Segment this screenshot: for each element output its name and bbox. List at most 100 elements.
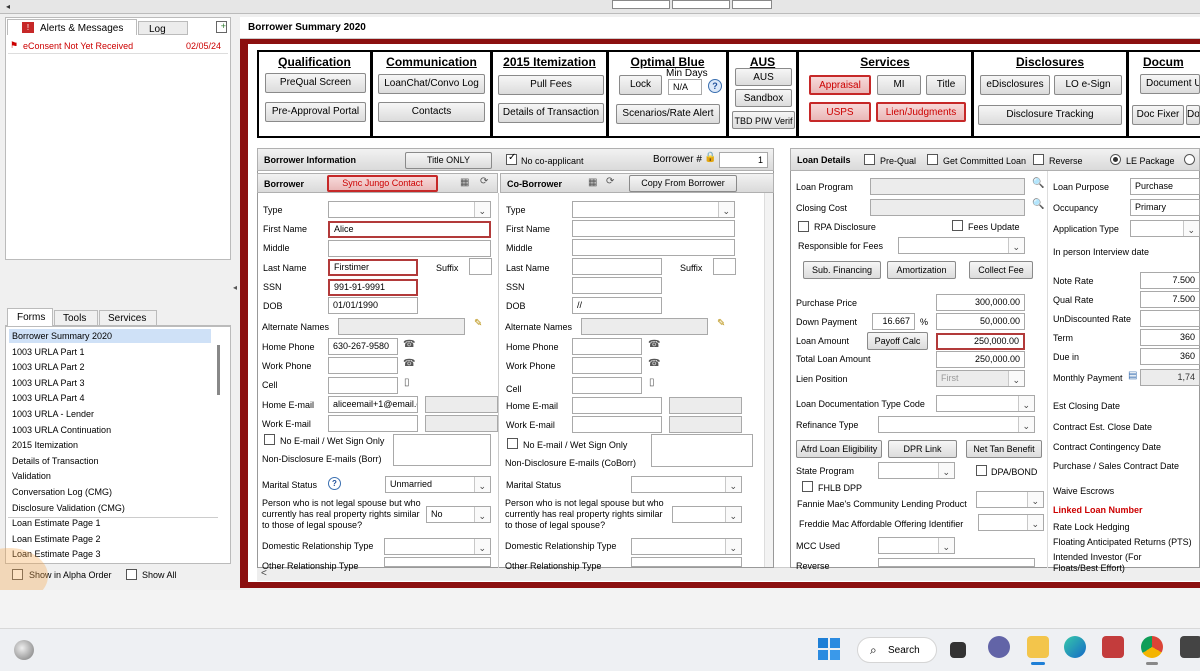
tbd-piw-button[interactable]: TBD PIW Verif	[732, 111, 795, 129]
collect-fee-button[interactable]: Collect Fee	[969, 261, 1033, 279]
down-pct-field[interactable]: 16.667	[872, 313, 915, 330]
loanchat-button[interactable]: LoanChat/Convo Log	[378, 74, 485, 94]
b-person-select[interactable]: No ⌄	[426, 506, 491, 523]
app-type-select[interactable]: ⌄	[1130, 220, 1200, 237]
sidebar-form-item[interactable]: 1003 URLA Part 2	[12, 362, 85, 372]
sidebar-form-item[interactable]: Borrower Summary 2020	[12, 331, 112, 341]
term-field[interactable]: 360	[1140, 329, 1200, 346]
c-middle-field[interactable]	[572, 239, 735, 256]
b-first-name-field[interactable]: Alice	[328, 221, 491, 238]
app-icon[interactable]	[1102, 636, 1124, 658]
refi-type-select[interactable]: ⌄	[878, 416, 1035, 433]
lo-esign-button[interactable]: LO e-Sign	[1054, 75, 1122, 95]
fhlb-checkbox[interactable]	[802, 481, 813, 492]
tab-alerts[interactable]: ! Alerts & Messages	[7, 19, 137, 35]
pre-approval-portal-button[interactable]: Pre-Approval Portal	[265, 102, 366, 122]
b-dob-field[interactable]: 01/01/1990	[328, 297, 418, 314]
tab-forms[interactable]: Forms	[7, 308, 53, 326]
sidebar-form-item[interactable]: 1003 URLA Part 3	[12, 378, 85, 388]
usps-button[interactable]: USPS	[809, 102, 871, 122]
borrower-num-field[interactable]: 1	[719, 152, 768, 168]
c-no-email-checkbox[interactable]	[507, 438, 518, 449]
mobile-icon[interactable]: ▯	[404, 377, 410, 388]
c-dob-field[interactable]: //	[572, 297, 662, 314]
undisc-field[interactable]	[1140, 310, 1200, 327]
sync-jungo-button[interactable]: Sync Jungo Contact	[327, 175, 438, 192]
b-domestic-select[interactable]: ⌄	[384, 538, 491, 555]
no-coapplicant-checkbox[interactable]	[506, 152, 517, 165]
aus-button[interactable]: AUS	[735, 68, 792, 86]
c-cell-field[interactable]	[572, 377, 642, 394]
rpa-checkbox[interactable]	[798, 221, 809, 232]
sidebar-form-item[interactable]: 1003 URLA Part 4	[12, 393, 85, 403]
sidebar-form-item[interactable]: Loan Estimate Page 1	[12, 518, 101, 528]
c-person-select[interactable]: ⌄	[672, 506, 742, 523]
copy-from-borrower-button[interactable]: Copy From Borrower	[629, 175, 737, 192]
note-rate-field[interactable]: 7.500	[1140, 272, 1200, 289]
c-ssn-field[interactable]	[572, 277, 662, 294]
pull-fees-button[interactable]: Pull Fees	[498, 75, 604, 95]
reverse-checkbox[interactable]	[1033, 154, 1044, 165]
c-type-select[interactable]: ⌄	[572, 201, 735, 218]
second-radio[interactable]	[1184, 154, 1195, 165]
title-button[interactable]: Title	[926, 75, 966, 95]
payoff-calc-button[interactable]: Payoff Calc	[867, 332, 928, 350]
loan-amount-field[interactable]: 250,000.00	[936, 333, 1025, 350]
chat-icon[interactable]	[988, 636, 1010, 658]
borrower-vscroll[interactable]	[764, 193, 773, 567]
mi-button[interactable]: MI	[877, 75, 921, 95]
alert-row[interactable]: ⚑ eConsent Not Yet Received 02/05/24	[8, 40, 228, 54]
purchase-price-field[interactable]: 300,000.00	[936, 294, 1025, 311]
b-home-email-field[interactable]: aliceemail+1@email.c	[328, 396, 418, 413]
c-last-name-field[interactable]	[572, 258, 662, 275]
tab-log[interactable]: Log	[138, 21, 188, 35]
do-button[interactable]: Do	[1186, 105, 1200, 125]
le-package-radio[interactable]	[1110, 154, 1121, 165]
fannie-select[interactable]: ⌄	[976, 491, 1044, 508]
c-other-rel-field[interactable]	[631, 557, 742, 567]
tab-services[interactable]: Services	[99, 310, 157, 326]
forms-scrollbar[interactable]	[217, 345, 220, 395]
sidebar-form-item[interactable]: 1003 URLA Part 1	[12, 347, 85, 357]
c-non-disc-textarea[interactable]	[651, 434, 753, 467]
sidebar-form-item[interactable]: Conversation Log (CMG)	[12, 487, 112, 497]
responsible-select[interactable]: ⌄	[898, 237, 1025, 254]
title-only-button[interactable]: Title ONLY	[405, 152, 492, 169]
mcc-select[interactable]: ⌄	[878, 537, 955, 554]
closing-cost-field[interactable]	[870, 199, 1025, 216]
edit-icon[interactable]: ✎	[717, 318, 725, 329]
amortization-button[interactable]: Amortization	[887, 261, 956, 279]
windows-start-icon[interactable]	[818, 638, 840, 660]
sidebar-form-item[interactable]: 2015 Itemization	[12, 440, 78, 450]
committed-checkbox[interactable]	[927, 154, 938, 165]
b-ssn-field[interactable]: 991-91-9991	[328, 279, 418, 296]
sidebar-form-item[interactable]: Loan Estimate Page 2	[12, 534, 101, 544]
state-program-select[interactable]: ⌄	[878, 462, 955, 479]
sidebar-form-item[interactable]: Disclosure Validation (CMG)	[12, 503, 125, 513]
b-no-email-checkbox[interactable]	[264, 434, 275, 445]
reverse2-select[interactable]	[878, 558, 1035, 567]
b-non-disc-textarea[interactable]	[393, 434, 491, 466]
b-middle-field[interactable]	[328, 240, 491, 257]
c-suffix-field[interactable]	[713, 258, 736, 275]
c-work-phone-field[interactable]	[572, 357, 642, 374]
b-work-email-field[interactable]	[328, 415, 418, 432]
afrd-button[interactable]: Afrd Loan Eligibility	[796, 440, 882, 458]
due-in-field[interactable]: 360	[1140, 348, 1200, 365]
contacts-button[interactable]: Contacts	[378, 102, 485, 122]
freddie-select[interactable]: ⌄	[978, 514, 1044, 531]
sub-financing-button[interactable]: Sub. Financing	[803, 261, 881, 279]
chrome-icon[interactable]	[1141, 636, 1163, 658]
sandbox-button[interactable]: Sandbox	[735, 89, 792, 107]
net-tan-button[interactable]: Net Tan Benefit	[966, 440, 1042, 458]
help-icon[interactable]: ?	[708, 79, 722, 93]
b-last-name-field[interactable]: Firstimer	[328, 259, 418, 276]
extra-app-icon[interactable]	[1180, 636, 1200, 658]
document-button[interactable]: Document U	[1140, 74, 1200, 94]
contact-card-icon[interactable]: ▦	[460, 177, 469, 188]
b-other-rel-field[interactable]	[384, 557, 491, 567]
mobile-icon[interactable]: ▯	[649, 377, 655, 388]
doc-fixer-button[interactable]: Doc Fixer	[1132, 105, 1184, 125]
sidebar-form-item[interactable]: 1003 URLA Continuation	[12, 425, 111, 435]
lien-position-select[interactable]: First ⌄	[936, 370, 1025, 387]
